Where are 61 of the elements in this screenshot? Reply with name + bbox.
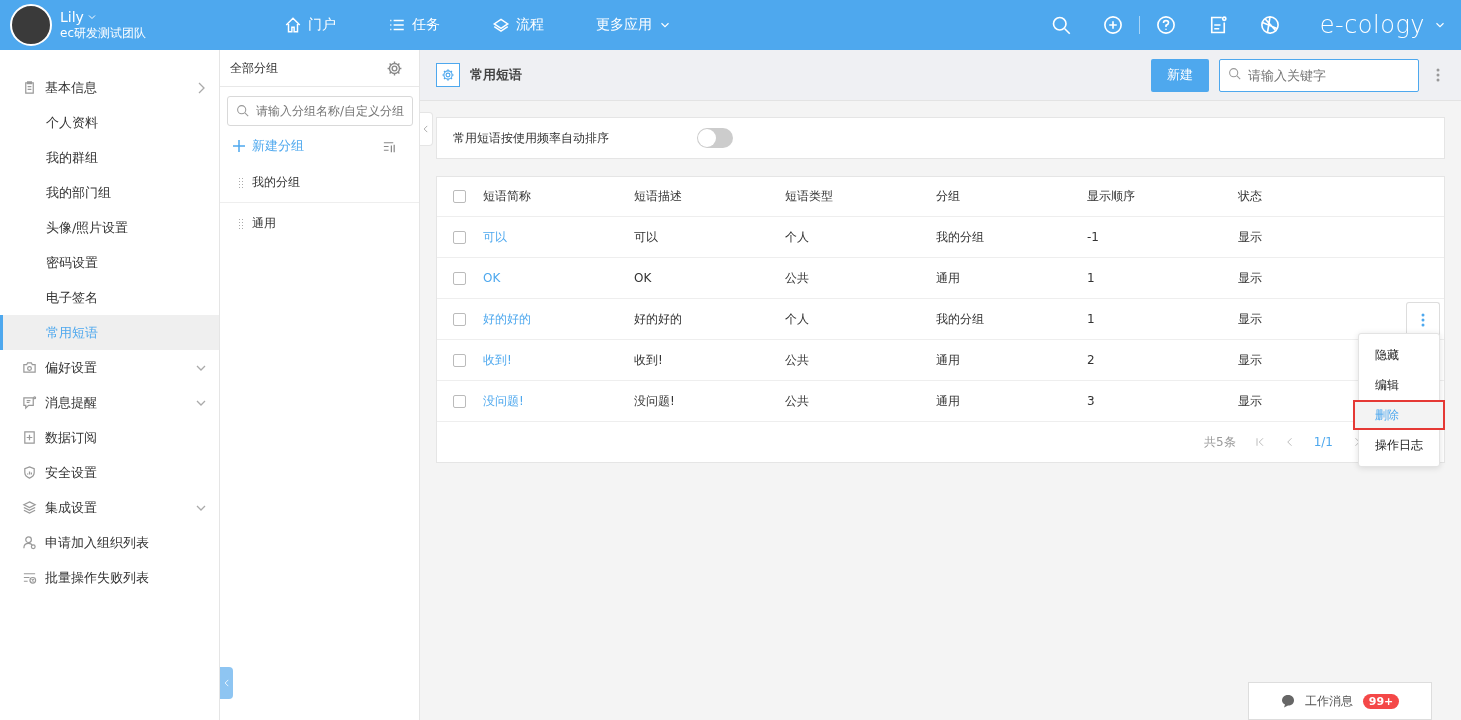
table-cell: 显示 bbox=[1238, 228, 1262, 246]
search-field[interactable]: 请输入关键字 bbox=[1219, 58, 1419, 92]
menu-item[interactable]: 编辑 bbox=[1359, 370, 1439, 400]
sidebar-subitem[interactable]: 我的部门组 bbox=[0, 175, 219, 210]
table-cell: 可以 bbox=[634, 228, 658, 246]
sidebar-subitem[interactable]: 我的群组 bbox=[0, 140, 219, 175]
table-cell: 收到! bbox=[634, 351, 663, 369]
table-cell: -1 bbox=[1087, 230, 1099, 244]
team-name: ec研发测试团队 bbox=[60, 25, 147, 42]
table-cell: 公共 bbox=[785, 392, 809, 410]
brand-logo: e-cology bbox=[1319, 11, 1425, 39]
sidebar-item[interactable]: 数据订阅 bbox=[0, 420, 219, 455]
group-item[interactable]: 通用 bbox=[252, 214, 276, 232]
sidebar-item[interactable]: 集成设置 bbox=[0, 490, 219, 525]
table-cell: OK bbox=[634, 271, 652, 285]
table-cell: 显示 bbox=[1238, 310, 1262, 328]
table-cell: 1 bbox=[1087, 271, 1095, 285]
sidebar-item[interactable]: 批量操作失败列表 bbox=[0, 560, 219, 595]
total-count: 共5条 bbox=[1204, 433, 1236, 451]
page-indicator: 1/1 bbox=[1313, 435, 1333, 449]
sidebar-subitem[interactable]: 电子签名 bbox=[0, 280, 219, 315]
table-cell: 显示 bbox=[1238, 351, 1262, 369]
table-cell: 个人 bbox=[785, 310, 809, 328]
group-item[interactable]: 我的分组 bbox=[252, 173, 300, 191]
table-cell: 显示 bbox=[1238, 269, 1262, 287]
page-title: 常用短语 bbox=[470, 66, 523, 84]
table-cell: 通用 bbox=[936, 392, 960, 410]
notification-badge: 99+ bbox=[1362, 693, 1400, 709]
toggle-label: 常用短语按使用频率自动排序 bbox=[453, 129, 610, 147]
table-cell: 个人 bbox=[785, 228, 809, 246]
sidebar-item[interactable]: 基本信息 bbox=[0, 70, 219, 105]
table-cell: 3 bbox=[1087, 394, 1095, 408]
column-header: 短语描述 bbox=[634, 188, 682, 205]
column-header: 短语类型 bbox=[785, 188, 833, 205]
table-cell: 通用 bbox=[936, 269, 960, 287]
column-header: 显示顺序 bbox=[1087, 188, 1135, 205]
table-cell: 公共 bbox=[785, 351, 809, 369]
table-cell: 显示 bbox=[1238, 392, 1262, 410]
column-header: 分组 bbox=[936, 188, 960, 205]
chat-button[interactable]: 工作消息 99+ bbox=[1248, 682, 1432, 720]
sidebar-item[interactable]: 消息提醒 bbox=[0, 385, 219, 420]
column-header: 状态 bbox=[1238, 188, 1262, 205]
column-header: 短语简称 bbox=[483, 188, 531, 205]
table-cell: 我的分组 bbox=[936, 310, 984, 328]
table-cell: 2 bbox=[1087, 353, 1095, 367]
table-cell: 好的好的 bbox=[634, 310, 682, 328]
table-cell: 没问题! bbox=[634, 392, 675, 410]
sidebar-subitem[interactable]: 个人资料 bbox=[0, 105, 219, 140]
search-field[interactable]: 请输入分组名称/自定义分组 bbox=[227, 96, 413, 126]
sidebar-subitem[interactable]: 头像/照片设置 bbox=[0, 210, 219, 245]
table-cell: 1 bbox=[1087, 312, 1095, 326]
menu-item[interactable]: 隐藏 bbox=[1359, 340, 1439, 370]
sidebar-item[interactable]: 偏好设置 bbox=[0, 350, 219, 385]
sidebar-subitem[interactable]: 密码设置 bbox=[0, 245, 219, 280]
table-cell: 通用 bbox=[936, 351, 960, 369]
sidebar-item[interactable]: 申请加入组织列表 bbox=[0, 525, 219, 560]
table-cell: 公共 bbox=[785, 269, 809, 287]
menu-item[interactable]: 操作日志 bbox=[1359, 430, 1439, 460]
table-cell: 我的分组 bbox=[936, 228, 984, 246]
sidebar-item[interactable]: 安全设置 bbox=[0, 455, 219, 490]
panel-title: 全部分组 bbox=[230, 59, 278, 77]
